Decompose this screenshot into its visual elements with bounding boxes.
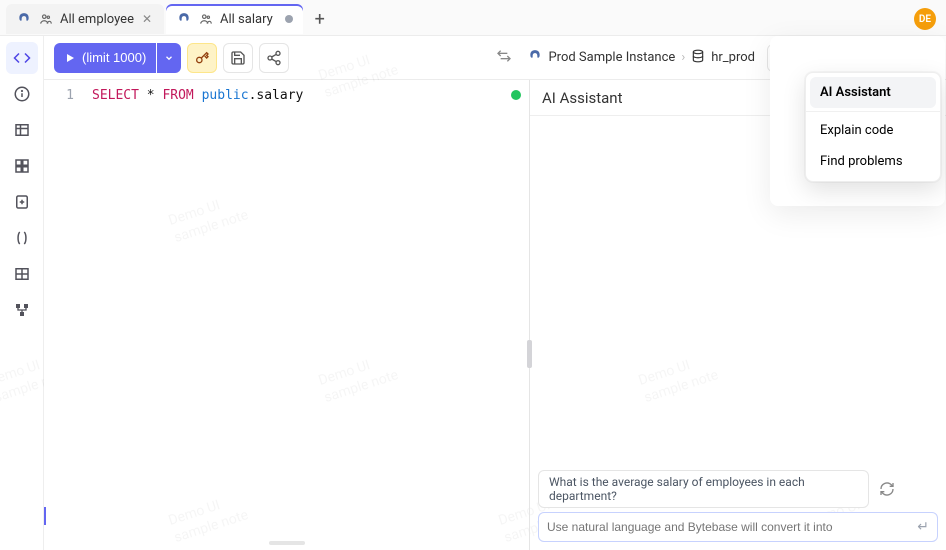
database-name[interactable]: hr_prod [711,50,755,65]
tab-label: All salary [220,12,273,27]
tab-all-salary[interactable]: All salary [166,4,303,34]
tab-all-employee[interactable]: All employee ✕ [6,4,164,34]
line-number: 1 [44,88,74,103]
close-icon[interactable]: ✕ [140,12,154,26]
left-rail [0,36,44,550]
ai-menu: AI Assistant Explain code Find problems [805,72,941,182]
ai-menu-item-problems[interactable]: Find problems [810,146,936,177]
resize-handle-icon[interactable] [269,541,305,545]
unsaved-indicator-icon [285,15,293,23]
instance-name[interactable]: Prod Sample Instance [548,50,675,65]
line-gutter: 1 [44,80,82,550]
postgres-icon [176,11,192,27]
key-icon[interactable] [187,43,217,73]
assistant-text-field[interactable] [547,520,917,534]
chevron-right-icon: › [681,50,685,65]
swap-icon[interactable] [496,48,512,68]
people-icon [38,11,54,27]
table-icon[interactable] [6,114,38,146]
run-button[interactable]: (limit 1000) [54,43,156,73]
suggestion-chip[interactable]: What is the average salary of employees … [538,470,869,508]
flow-icon[interactable] [6,294,38,326]
enter-icon: ↵ [917,519,929,535]
add-tab-button[interactable]: + [305,4,335,34]
status-ok-icon [511,90,521,100]
code-icon[interactable] [6,42,38,74]
chevron-down-icon [164,53,174,63]
avatar[interactable]: DE [914,8,936,30]
run-label: (limit 1000) [82,50,146,65]
tabs-bar: All employee ✕ All salary + DE [0,0,946,36]
people-icon [198,11,214,27]
cursor-indicator [44,507,46,525]
ai-menu-item-assistant[interactable]: AI Assistant [810,77,936,108]
parentheses-icon[interactable] [6,222,38,254]
postgres-icon [16,11,32,27]
run-options-button[interactable] [157,43,181,73]
add-file-icon[interactable] [6,186,38,218]
assistant-input[interactable]: ↵ [538,512,938,542]
refresh-icon[interactable] [877,479,896,499]
tab-label: All employee [60,12,134,27]
code-content: SELECT * FROM public.salary [44,80,529,103]
apps-icon[interactable] [6,150,38,182]
share-icon[interactable] [259,43,289,73]
save-icon[interactable] [223,43,253,73]
grid-icon[interactable] [6,258,38,290]
database-icon [691,49,705,67]
ai-menu-item-explain[interactable]: Explain code [810,115,936,146]
info-icon[interactable] [6,78,38,110]
postgres-icon [528,49,542,67]
sql-editor[interactable]: 1 SELECT * FROM public.salary [44,80,529,550]
play-icon [64,52,76,64]
